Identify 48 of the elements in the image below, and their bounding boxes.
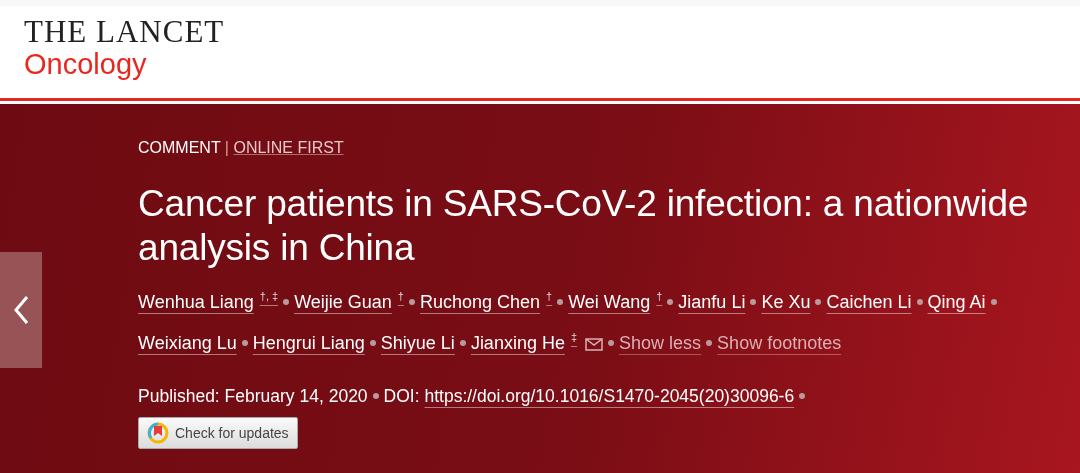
article-title-line: analysis in China [138, 226, 416, 271]
journal-logo[interactable]: THE LANCET [24, 16, 1080, 47]
separator-dot [990, 298, 997, 305]
crossmark-icon [147, 422, 169, 445]
author-link[interactable]: Qing Ai [927, 291, 986, 312]
author-link[interactable]: Weixiang Lu [138, 332, 237, 353]
separator-dot [557, 298, 564, 305]
previous-button[interactable] [0, 252, 42, 368]
separator-dot [667, 298, 674, 305]
footnote-mark[interactable]: † [546, 289, 553, 302]
author-link[interactable]: Ke Xu [761, 291, 811, 312]
separator-dot [408, 298, 415, 305]
article-type: COMMENT [138, 139, 221, 156]
author-link[interactable]: Shiyue Li [380, 332, 455, 353]
author-link[interactable]: Caichen Li [826, 291, 912, 312]
author-link[interactable]: Wei Wang [568, 291, 651, 312]
author-link[interactable]: Wenhua Liang [138, 291, 254, 312]
author-link[interactable]: Jianfu Li [678, 291, 746, 312]
author-link[interactable]: Ruchong Chen [419, 291, 541, 312]
doi-label: DOI: [383, 385, 420, 406]
footnote-mark[interactable]: †, ‡ [259, 289, 279, 302]
journal-subtitle[interactable]: Oncology [24, 47, 1080, 82]
divider: | [224, 139, 229, 156]
footnote-mark[interactable]: † [397, 289, 404, 302]
separator-dot [369, 339, 376, 346]
separator-dot [916, 298, 923, 305]
toggle-link[interactable]: Show footnotes [717, 332, 842, 353]
check-updates-button[interactable]: Check for updates [138, 417, 298, 450]
author-link[interactable]: Hengrui Liang [252, 332, 365, 353]
author-link[interactable]: Weijie Guan [294, 291, 392, 312]
separator-dot [799, 392, 806, 399]
separator-dot [706, 339, 713, 346]
doi-link[interactable]: https://doi.org/10.1016/S1470-2045(20)30096-6 [424, 385, 795, 406]
author-link[interactable]: Jianxing He [470, 332, 565, 353]
separator-dot [372, 392, 379, 399]
separator-dot [283, 298, 290, 305]
section-link[interactable]: ONLINE FIRST [233, 139, 344, 156]
footnote-mark[interactable]: † [656, 289, 663, 302]
separator-dot [608, 339, 615, 346]
footnote-mark[interactable]: ‡ [570, 330, 578, 343]
separator-dot [241, 339, 248, 346]
published-date: Published: February 14, 2020 [138, 385, 368, 406]
chevron-left-icon [13, 295, 29, 325]
separator-dot [750, 298, 757, 305]
separator-dot [815, 298, 822, 305]
separator-dot [459, 339, 466, 346]
article-title-line: Cancer patients in SARS-CoV-2 infection: a nationwide [138, 182, 1030, 226]
toggle-link[interactable]: Show less [619, 332, 702, 353]
